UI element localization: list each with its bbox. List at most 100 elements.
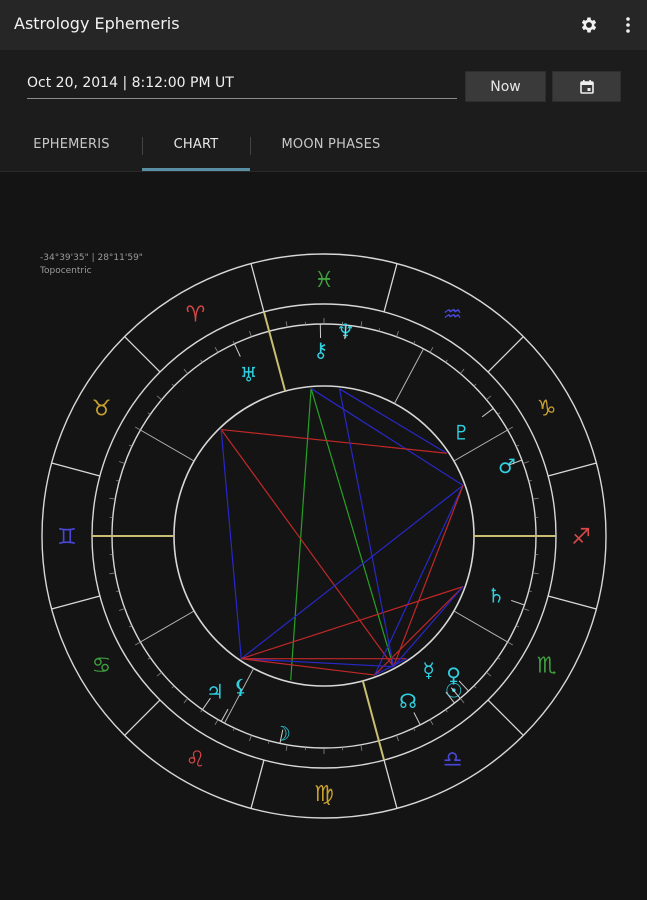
degree-tick xyxy=(486,395,492,401)
sign-pisces-icon: ♓ xyxy=(314,268,334,293)
calendar-icon xyxy=(579,79,594,94)
aspect-line xyxy=(310,388,395,667)
planet-lilith-icon: ⚸ xyxy=(233,674,248,698)
planet-mercury-icon: ☿ xyxy=(423,658,435,682)
planet-marker xyxy=(511,599,525,606)
planet-marker xyxy=(233,343,241,357)
tab-chart[interactable]: CHART xyxy=(142,137,250,171)
aspect-line xyxy=(393,586,464,668)
planet-marker xyxy=(413,712,421,726)
degree-tick xyxy=(473,685,477,689)
degree-tick xyxy=(396,735,399,741)
degree-tick xyxy=(532,497,539,500)
degree-tick xyxy=(200,359,203,363)
house-ring xyxy=(111,323,537,749)
degree-tick xyxy=(109,572,116,575)
tab-moon-phases[interactable]: MOON PHASES xyxy=(265,137,397,171)
axis-line xyxy=(262,311,287,392)
aspect-line xyxy=(220,429,394,668)
degree-tick xyxy=(171,383,175,387)
sign-taurus-icon: ♉ xyxy=(92,397,112,422)
degree-tick xyxy=(119,461,125,464)
degree-tick xyxy=(135,641,141,646)
degree-tick xyxy=(497,657,501,660)
degree-tick xyxy=(473,383,477,387)
degree-tick xyxy=(523,608,529,611)
house-cusp xyxy=(140,610,195,643)
degree-tick xyxy=(486,671,492,677)
degree-tick xyxy=(445,709,448,713)
degree-tick xyxy=(445,359,448,363)
degree-tick xyxy=(523,461,529,464)
planet-mars-icon: ♂ xyxy=(498,454,516,478)
sign-aquarius-icon: ♒ xyxy=(443,302,463,327)
degree-tick xyxy=(507,641,513,646)
degree-tick xyxy=(156,395,162,401)
calendar-button[interactable] xyxy=(552,71,621,102)
gear-icon xyxy=(581,17,597,33)
degree-tick xyxy=(156,671,162,677)
house-cusp xyxy=(453,610,508,643)
zodiac-boundary xyxy=(487,336,524,373)
aspect-line xyxy=(374,658,408,676)
degree-tick xyxy=(429,719,434,725)
degree-tick xyxy=(200,709,203,713)
settings-button[interactable] xyxy=(577,13,601,37)
degree-tick xyxy=(507,426,513,431)
chart-location-info: -34°39'35" | 28°11'59" Topocentric xyxy=(40,252,143,278)
planet-uranus-icon: ♅ xyxy=(240,363,258,387)
app-bar: Astrology Ephemeris xyxy=(0,0,647,50)
planet-pluto-icon: ♇ xyxy=(452,420,470,444)
zodiac-boundary xyxy=(124,336,161,373)
date-time-field[interactable]: Oct 20, 2014 | 8:12:00 PM UT xyxy=(27,70,457,99)
zodiac-boundary xyxy=(383,759,398,809)
more-vert-icon xyxy=(626,17,630,33)
overflow-menu-button[interactable] xyxy=(616,13,640,37)
zodiac-boundary xyxy=(51,595,101,610)
planet-marker xyxy=(220,708,229,722)
degree-tick xyxy=(285,744,288,751)
zodiac-boundary xyxy=(487,699,524,736)
degree-tick xyxy=(285,321,288,328)
degree-tick xyxy=(135,426,141,431)
degree-tick xyxy=(147,412,151,415)
zodiac-boundary xyxy=(51,462,101,477)
sign-sagittarius-icon: ♐ xyxy=(571,525,591,550)
aspect-line xyxy=(220,429,242,659)
degree-tick xyxy=(360,321,363,328)
planet-chiron-icon: ⚷ xyxy=(313,338,328,362)
zodiac-boundary xyxy=(250,263,265,313)
sign-aries-icon: ♈ xyxy=(186,302,206,327)
aspect-line xyxy=(310,388,464,486)
coordinates-text: -34°39'35" | 28°11'59" xyxy=(40,253,143,263)
degree-tick xyxy=(214,347,219,353)
degree-tick xyxy=(249,735,252,741)
degree-tick xyxy=(109,497,116,500)
planet-marker xyxy=(481,408,494,418)
degree-tick xyxy=(459,368,465,374)
tab-ephemeris[interactable]: EPHEMERIS xyxy=(14,137,129,171)
sign-leo-icon: ♌ xyxy=(186,748,206,773)
degree-tick xyxy=(119,608,125,611)
degree-tick xyxy=(429,347,434,353)
degree-tick xyxy=(147,657,151,660)
now-button[interactable]: Now xyxy=(465,71,546,102)
degree-tick xyxy=(183,698,189,704)
aspect-line xyxy=(241,586,464,660)
axis-line xyxy=(361,680,386,761)
house-cusp xyxy=(393,348,424,404)
sign-capricorn-icon: ♑ xyxy=(537,397,557,422)
zodiac-boundary xyxy=(547,462,597,477)
sign-virgo-icon: ♍ xyxy=(314,782,334,807)
zodiac-boundary xyxy=(383,263,398,313)
degree-tick xyxy=(214,719,219,725)
sign-cancer-icon: ♋ xyxy=(92,654,112,679)
house-cusp xyxy=(140,429,195,462)
degree-tick xyxy=(360,744,363,751)
natal-chart-wheel[interactable]: ♈♉♊♋♌♍♎♏♐♑♒♓♅⚷♆♇♂♄♀☿☉☊☽♃⚸ xyxy=(0,172,647,900)
zodiac-boundary xyxy=(124,699,161,736)
app-title: Astrology Ephemeris xyxy=(14,14,180,33)
projection-mode-text: Topocentric xyxy=(40,266,92,276)
sign-gemini-icon: ♊ xyxy=(57,525,77,550)
zodiac-boundary xyxy=(250,759,265,809)
